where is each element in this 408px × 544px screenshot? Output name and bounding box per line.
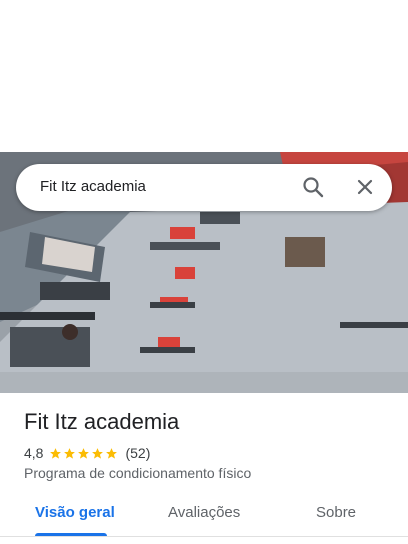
rating-value: 4,8 xyxy=(24,445,44,461)
star-icon xyxy=(78,447,90,459)
rating-row[interactable]: 4,8 (52) xyxy=(24,444,150,462)
close-icon[interactable] xyxy=(354,176,376,198)
place-tabs: Visão geral Avaliações Sobre xyxy=(0,494,408,537)
search-bar[interactable]: Fit Itz academia xyxy=(16,164,392,211)
tab-about[interactable]: Sobre xyxy=(316,504,356,521)
star-icon xyxy=(106,447,118,459)
star-icon xyxy=(50,447,62,459)
search-input[interactable]: Fit Itz academia xyxy=(40,178,146,195)
tab-reviews[interactable]: Avaliações xyxy=(168,504,240,521)
reviews-count[interactable]: (52) xyxy=(125,445,150,461)
star-icon xyxy=(64,447,76,459)
place-title: Fit Itz academia xyxy=(24,409,180,434)
tab-overview[interactable]: Visão geral xyxy=(35,504,115,521)
rating-stars xyxy=(49,447,119,460)
top-blank-area xyxy=(0,0,408,152)
active-tab-indicator xyxy=(35,533,107,536)
place-category: Programa de condicionamento físico xyxy=(24,465,252,481)
search-icon[interactable] xyxy=(302,176,324,198)
star-icon xyxy=(92,447,104,459)
